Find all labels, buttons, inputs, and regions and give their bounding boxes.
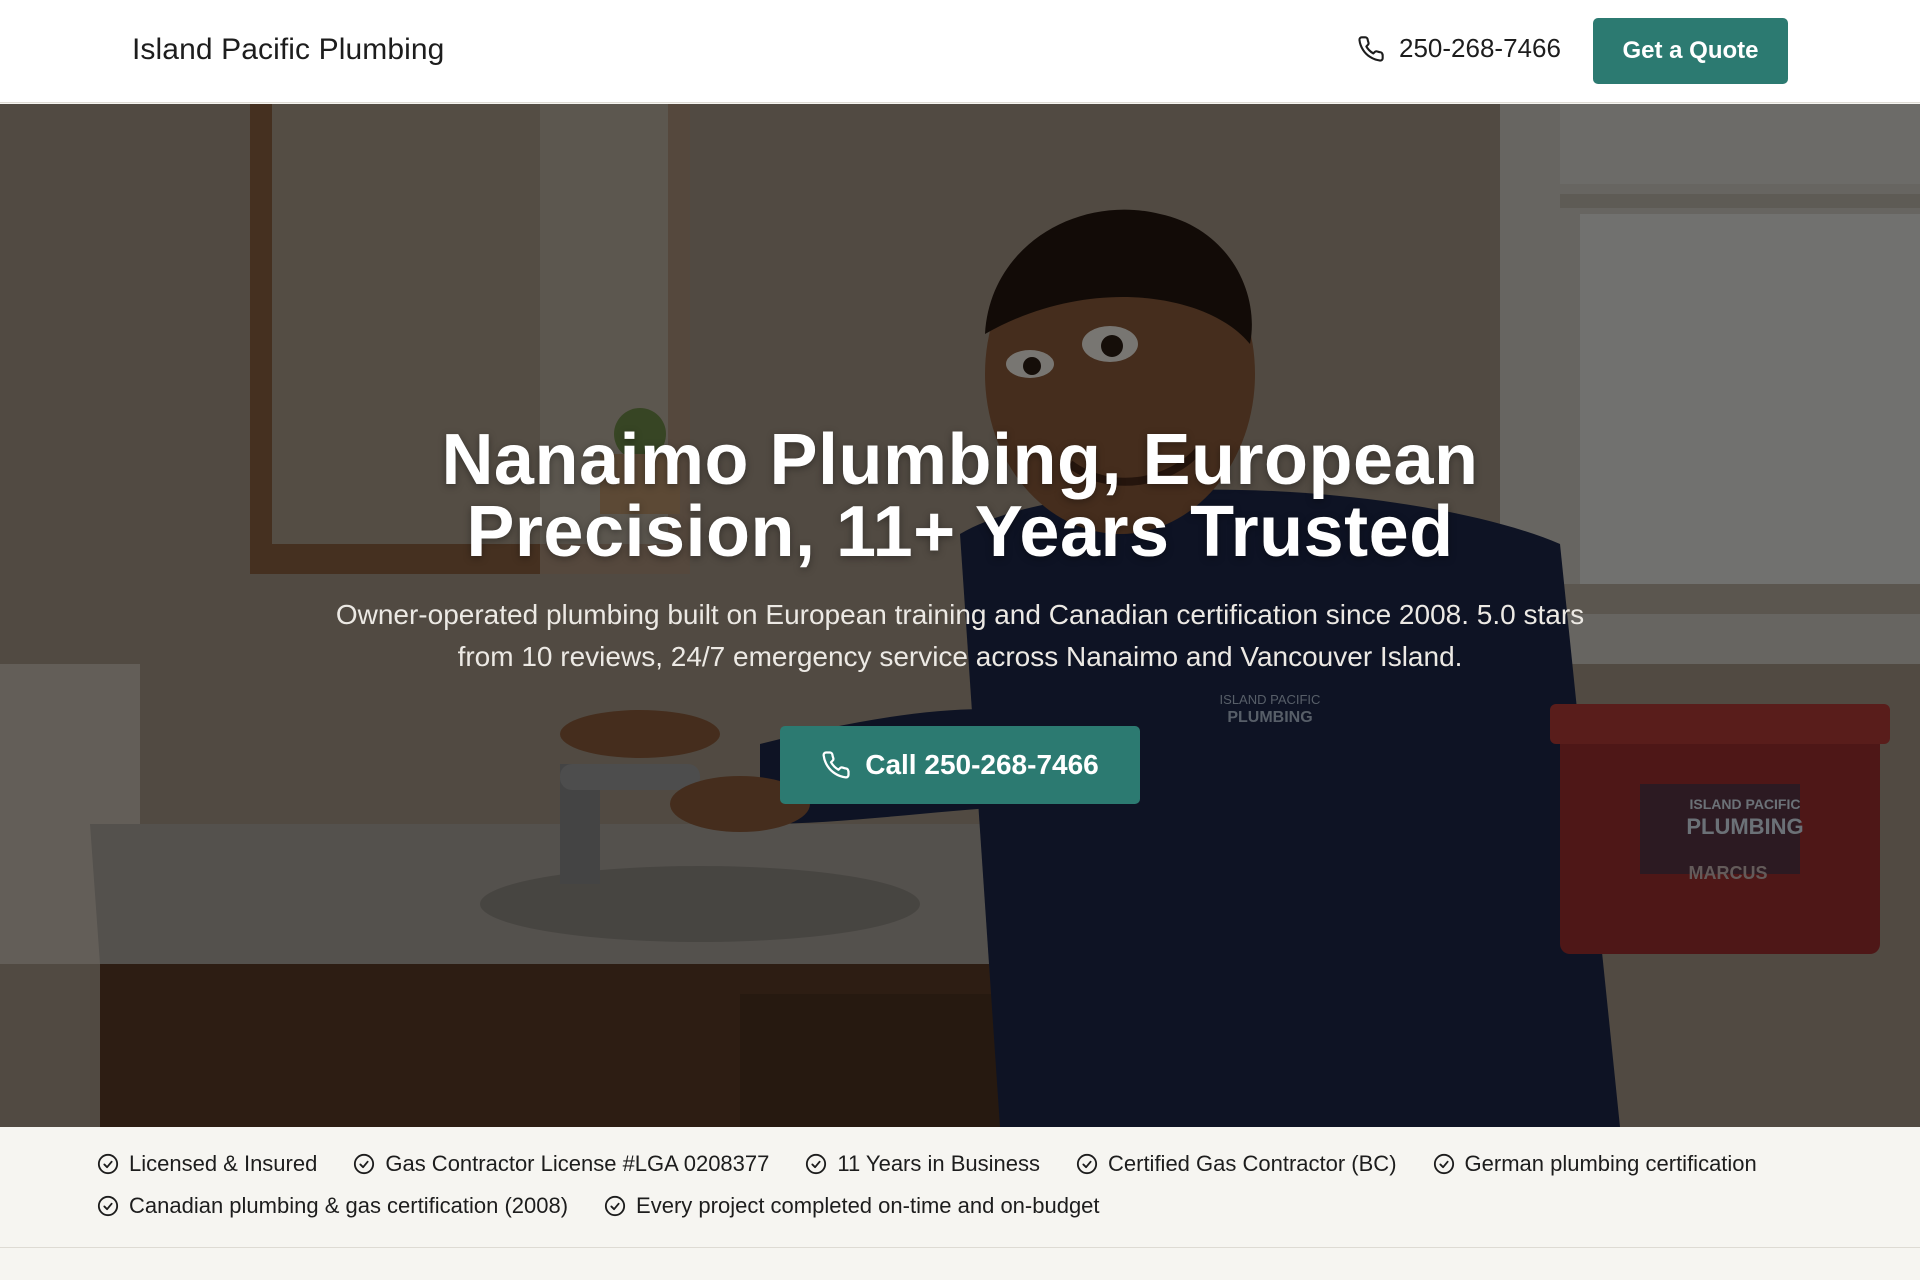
trust-row-1: Licensed & Insured Gas Contractor Licens… (97, 1151, 1757, 1177)
header-phone-link[interactable]: 250-268-7466 (1357, 33, 1561, 64)
trust-item-label: Licensed & Insured (129, 1151, 318, 1176)
hero-title: Nanaimo Plumbing, European Precision, 11… (441, 420, 1479, 572)
check-circle-icon (806, 1153, 827, 1175)
trust-item-label: Every project completed on-time and on-b… (636, 1193, 1100, 1218)
hero-subtitle: Owner-operated plumbing built on Europea… (335, 599, 1585, 672)
get-quote-button[interactable]: Get a Quote (1593, 18, 1788, 84)
call-now-button[interactable]: Call 250-268-7466 (780, 726, 1140, 804)
trust-row-2: Canadian plumbing & gas certification (2… (97, 1193, 1100, 1219)
trust-item: Canadian plumbing & gas certification (2… (97, 1193, 568, 1219)
phone-icon (1358, 35, 1384, 62)
hero-content: Nanaimo Plumbing, European Precision, 11… (0, 104, 1920, 1127)
trust-item: Gas Contractor License #LGA 0208377 (353, 1151, 769, 1177)
phone-icon (822, 751, 850, 779)
trust-item: Certified Gas Contractor (BC) (1076, 1151, 1397, 1177)
check-circle-icon (97, 1195, 119, 1217)
check-circle-icon (1433, 1153, 1454, 1175)
header-phone-number: 250-268-7466 (1399, 33, 1561, 63)
check-circle-icon (1076, 1153, 1098, 1175)
trust-item-label: Canadian plumbing & gas certification (2… (129, 1193, 569, 1218)
hero-section: ISLAND PACIFIC PLUMBING MARCUS ISLAND PA… (0, 104, 1920, 1127)
brand-name[interactable]: Island Pacific Plumbing (132, 33, 444, 67)
trust-item-label: Gas Contractor License #LGA 0208377 (385, 1151, 770, 1176)
check-circle-icon (97, 1153, 119, 1175)
site-header: Island Pacific Plumbing 250-268-7466 Get… (0, 0, 1920, 103)
trust-item-label: 11 Years in Business (837, 1151, 1040, 1176)
trust-item: Licensed & Insured (97, 1151, 317, 1177)
trust-item: 11 Years in Business (805, 1151, 1040, 1177)
trust-item-label: German plumbing certification (1464, 1151, 1757, 1176)
trust-item: German plumbing certification (1433, 1151, 1757, 1177)
trust-item-label: Certified Gas Contractor (BC) (1108, 1151, 1397, 1176)
check-circle-icon (604, 1195, 626, 1217)
check-circle-icon (354, 1153, 375, 1175)
call-button-label: Call 250-268-7466 (865, 749, 1099, 780)
trust-bar: Licensed & Insured Gas Contractor Licens… (0, 1127, 1920, 1248)
trust-item: Every project completed on-time and on-b… (604, 1193, 1100, 1219)
